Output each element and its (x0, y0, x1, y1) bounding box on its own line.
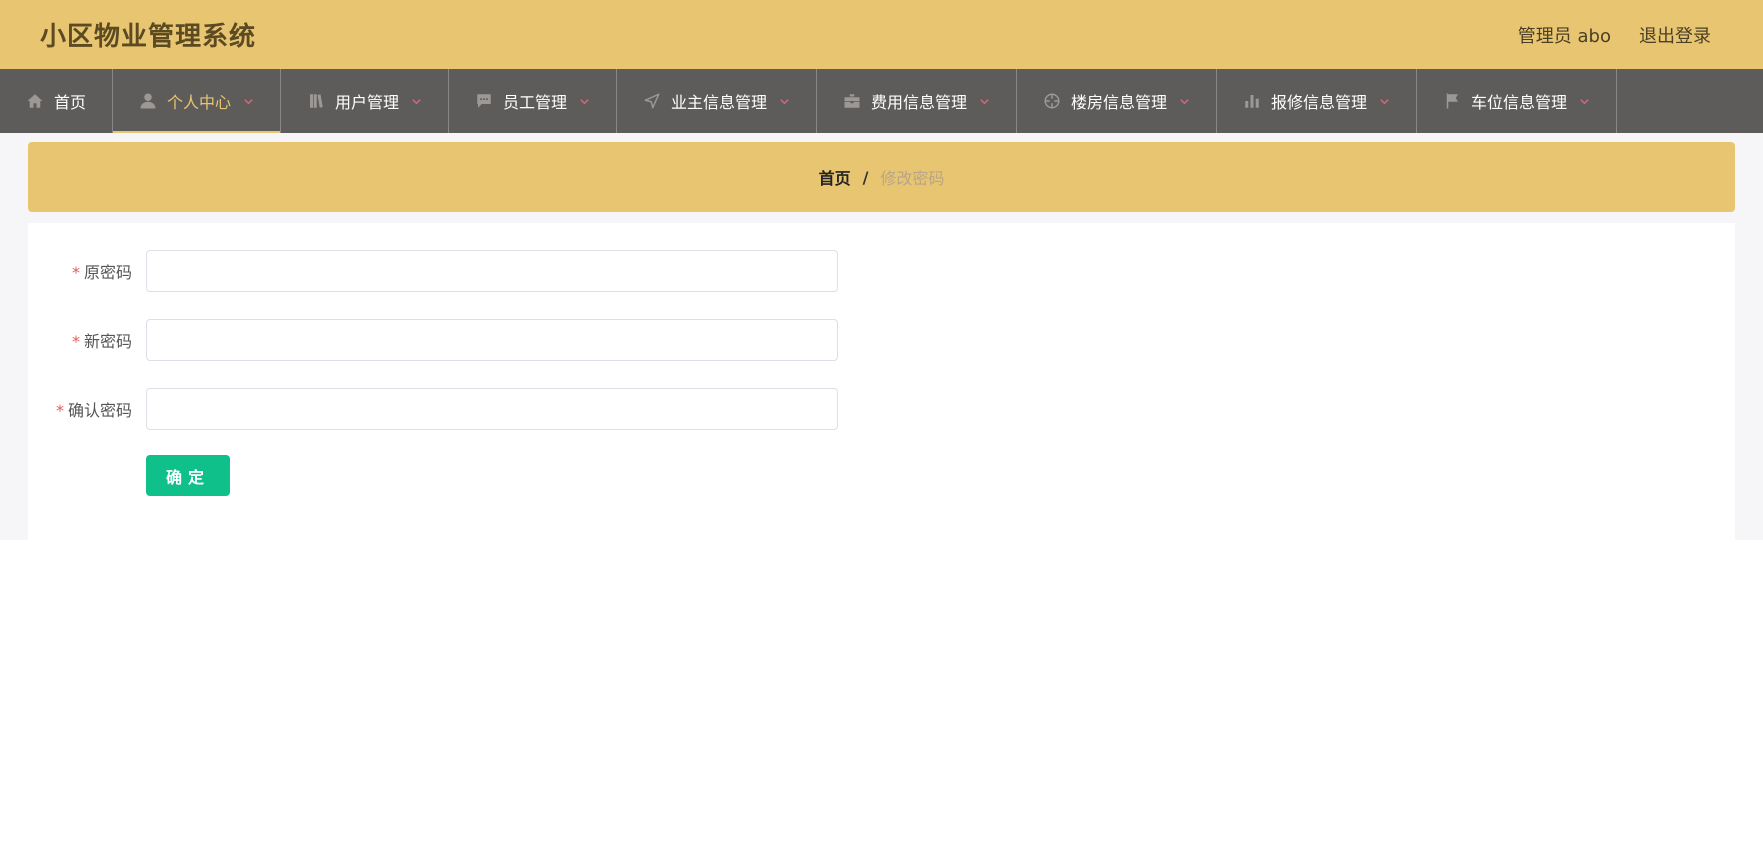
chevron-down-icon (411, 96, 422, 107)
nav-item-label: 报修信息管理 (1270, 93, 1367, 112)
new-password-label: * 新密码 (71, 332, 132, 351)
form-row-old-password: * 原密码 (28, 250, 1735, 292)
form-row-confirm-password: * 确认密码 (28, 388, 1735, 430)
change-password-form: * 原密码 * 新密码 * 确认密码 确定 (28, 223, 1735, 549)
chevron-down-icon (243, 96, 254, 107)
form-row-new-password: * 新密码 (28, 319, 1735, 361)
chevron-down-icon (779, 96, 790, 107)
app-header: 小区物业管理系统 管理员 abo 退出登录 (0, 0, 1763, 69)
main-content: 首页 / 修改密码 * 原密码 * 新密码 * 确认密码 确定 (0, 133, 1763, 549)
chevron-down-icon (979, 96, 990, 107)
nav-item-users[interactable]: 用户管理 (281, 69, 449, 133)
breadcrumb: 首页 / 修改密码 (28, 142, 1735, 212)
user-label: 管理员 abo (1517, 25, 1611, 47)
nav-item-buildings[interactable]: 楼房信息管理 (1017, 69, 1217, 133)
chevron-down-icon (579, 96, 590, 107)
confirm-password-input[interactable] (146, 388, 838, 430)
bar-chart-icon (1243, 92, 1261, 110)
nav-item-label: 车位信息管理 (1470, 93, 1567, 112)
breadcrumb-current: 修改密码 (880, 169, 945, 188)
nav-item-label: 员工管理 (502, 93, 567, 112)
nav-item-fees[interactable]: 费用信息管理 (817, 69, 1017, 133)
confirm-password-label: * 确认密码 (55, 401, 132, 420)
flag-icon (1443, 92, 1461, 110)
chevron-down-icon (1179, 96, 1190, 107)
briefcase-icon (843, 92, 861, 110)
required-mark: * (71, 332, 80, 351)
app-title: 小区物业管理系统 (40, 22, 257, 52)
user-icon (139, 92, 157, 110)
chat-icon (475, 92, 493, 110)
nav-item-staff[interactable]: 员工管理 (449, 69, 617, 133)
required-mark: * (55, 401, 64, 420)
nav-item-parking[interactable]: 车位信息管理 (1417, 69, 1617, 133)
old-password-label: * 原密码 (71, 263, 132, 282)
form-actions: 确定 (28, 455, 1735, 496)
old-password-input[interactable] (146, 250, 838, 292)
required-mark: * (71, 263, 80, 282)
chevron-down-icon (1379, 96, 1390, 107)
submit-button[interactable]: 确定 (146, 455, 230, 496)
home-icon (26, 92, 44, 110)
crosshair-icon (1043, 92, 1061, 110)
nav-item-label: 费用信息管理 (870, 93, 967, 112)
logout-link[interactable]: 退出登录 (1639, 22, 1711, 48)
nav-item-label: 个人中心 (166, 93, 231, 112)
nav-item-repairs[interactable]: 报修信息管理 (1217, 69, 1417, 133)
top-nav: 首页 个人中心 用户管理 员工管理 业主信息管理 费用信息管理 楼房信息管理 报… (0, 69, 1763, 133)
nav-item-label: 首页 (53, 93, 86, 112)
navigation-icon (643, 92, 661, 110)
chevron-down-icon (1579, 96, 1590, 107)
header-user-area: 管理员 abo 退出登录 (1518, 22, 1711, 48)
breadcrumb-separator: / (862, 167, 869, 187)
nav-item-label: 用户管理 (334, 93, 399, 112)
nav-item-label: 业主信息管理 (670, 93, 767, 112)
new-password-input[interactable] (146, 319, 838, 361)
breadcrumb-home[interactable]: 首页 (819, 165, 851, 189)
book-icon (307, 92, 325, 110)
nav-item-profile[interactable]: 个人中心 (113, 69, 281, 133)
nav-item-label: 楼房信息管理 (1070, 93, 1167, 112)
nav-item-home[interactable]: 首页 (0, 69, 113, 133)
nav-item-owners[interactable]: 业主信息管理 (617, 69, 817, 133)
